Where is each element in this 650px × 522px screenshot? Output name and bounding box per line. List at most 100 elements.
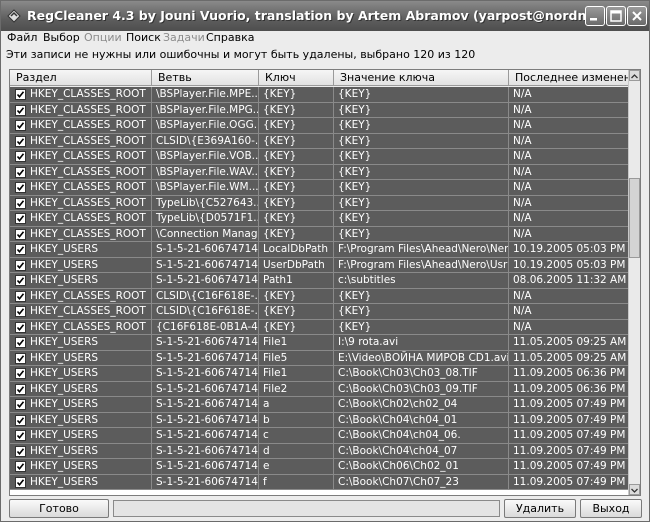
- progress-bar: [113, 500, 500, 517]
- menu-file[interactable]: Файл: [7, 31, 37, 44]
- cell-key-value: {KEY}: [338, 227, 372, 240]
- menu-options[interactable]: Опции: [84, 31, 122, 44]
- table-row[interactable]: HKEY_CLASSES_ROOT CLSID\{C16F618E-... {KEY…: [10, 288, 630, 304]
- title-bar[interactable]: RegCleaner 4.3 by Jouni Vuorio, translat…: [1, 1, 649, 31]
- table-row[interactable]: HKEY_CLASSES_ROOT \BSPlayer.File.MPG... {K…: [10, 102, 630, 118]
- cell-key: {KEY}: [263, 212, 297, 224]
- table-row[interactable]: HKEY_CLASSES_ROOT \BSPlayer.File.MPE... {K…: [10, 87, 630, 103]
- table-row[interactable]: HKEY_CLASSES_ROOT {C16F618E-0B1A-4... {KEY…: [10, 319, 630, 335]
- cell-last-modified: 11.05.2005 09:25 AM: [513, 351, 627, 364]
- cell-section: HKEY_USERS: [30, 336, 99, 348]
- scroll-thumb[interactable]: [629, 178, 640, 258]
- cell-key-value: {KEY}: [338, 305, 372, 317]
- table-row[interactable]: HKEY_USERS S-1-5-21-60674714... b C:\Book\C…: [10, 412, 630, 428]
- cell-branch: S-1-5-21-60674714...: [156, 367, 259, 379]
- cell-branch: \BSPlayer.File.MPG...: [156, 103, 259, 116]
- cell-section: HKEY_USERS: [30, 413, 99, 426]
- cell-key-value: c:\subtitles: [338, 274, 396, 286]
- window-title: RegCleaner 4.3 by Jouni Vuorio, translat…: [27, 8, 627, 23]
- cell-key: File2: [263, 382, 288, 395]
- menu-tasks[interactable]: Задачи: [163, 31, 205, 44]
- table-row[interactable]: HKEY_USERS S-1-5-21-60674714... c C:\Book\C…: [10, 428, 630, 444]
- cell-key-value: E:\Video\ВОЙНА МИРОВ CD1.avi: [338, 351, 509, 364]
- cell-key-value: {KEY}: [338, 119, 372, 131]
- cell-last-modified: N/A: [513, 181, 532, 193]
- cell-last-modified: N/A: [513, 227, 532, 240]
- maximize-button[interactable]: [606, 6, 626, 26]
- cell-last-modified: N/A: [513, 88, 532, 100]
- cell-last-modified: 11.09.2005 07:49 PM: [513, 413, 626, 426]
- cell-branch: TypeLib\{D0571F1...: [156, 212, 259, 224]
- table-row[interactable]: HKEY_CLASSES_ROOT \BSPlayer.File.VOB... {K…: [10, 149, 630, 165]
- menu-select[interactable]: Выбор: [43, 31, 80, 44]
- cell-branch: {C16F618E-0B1A-4...: [156, 320, 259, 333]
- cell-key-value: {KEY}: [338, 212, 372, 224]
- cell-key: {KEY}: [263, 181, 297, 193]
- cell-last-modified: N/A: [513, 134, 532, 147]
- cell-last-modified: N/A: [513, 196, 532, 209]
- table-row[interactable]: HKEY_USERS S-1-5-21-60674714... File1 I:\9 …: [10, 335, 630, 351]
- table-row[interactable]: HKEY_CLASSES_ROOT TypeLib\{D0571F1... {KEY…: [10, 211, 630, 227]
- cell-branch: \Connection Manag...: [156, 227, 259, 240]
- cell-branch: CLSID\{C16F618E-...: [156, 289, 259, 302]
- cell-branch: TypeLib\{C527643...: [156, 196, 259, 209]
- table-row[interactable]: HKEY_USERS S-1-5-21-60674714... Path1 c:\su…: [10, 273, 630, 289]
- selection-status: Эти записи не нужны или ошибочны и могут…: [6, 48, 476, 61]
- table-row[interactable]: HKEY_USERS S-1-5-21-60674714... File2 C:\Bo…: [10, 381, 630, 397]
- cell-section: HKEY_CLASSES_ROOT: [30, 134, 146, 147]
- menu-help[interactable]: Справка: [206, 31, 254, 44]
- exit-button[interactable]: Выход: [580, 499, 642, 518]
- cell-section: HKEY_CLASSES_ROOT: [30, 103, 146, 116]
- table-row[interactable]: HKEY_CLASSES_ROOT \BSPlayer.File.OGG... {K…: [10, 118, 630, 134]
- cell-key-value: {KEY}: [338, 181, 372, 193]
- vertical-scrollbar[interactable]: [628, 70, 640, 495]
- table-row[interactable]: HKEY_USERS S-1-5-21-60674714... File5 E:\Vi…: [10, 350, 630, 366]
- column-header-key-value[interactable]: Значение ключа: [334, 70, 509, 86]
- scroll-down-button[interactable]: [629, 484, 640, 495]
- close-button[interactable]: [627, 6, 647, 26]
- table-row[interactable]: HKEY_USERS S-1-5-21-60674714... LocalDbPat…: [10, 242, 630, 258]
- table-row[interactable]: HKEY_USERS S-1-5-21-60674714... e C:\Book\C…: [10, 459, 630, 475]
- column-header-last-modified[interactable]: Последнее изменение: [509, 70, 630, 86]
- cell-key-value: {KEY}: [338, 134, 372, 147]
- cell-section: HKEY_CLASSES_ROOT: [30, 88, 146, 100]
- table-row[interactable]: HKEY_USERS S-1-5-21-60674714... a C:\Book\C…: [10, 397, 630, 413]
- cell-branch: S-1-5-21-60674714...: [156, 398, 259, 410]
- cell-section: HKEY_USERS: [30, 382, 99, 395]
- cell-key: {KEY}: [263, 88, 297, 100]
- table-row[interactable]: HKEY_USERS S-1-5-21-60674714... File1 C:\Bo…: [10, 366, 630, 382]
- cell-last-modified: 10.19.2005 05:03 PM: [513, 243, 626, 255]
- cell-branch: S-1-5-21-60674714...: [156, 444, 259, 457]
- table-row[interactable]: HKEY_USERS S-1-5-21-60674714... d C:\Book\C…: [10, 443, 630, 459]
- cell-section: HKEY_CLASSES_ROOT: [30, 212, 146, 224]
- column-header-key[interactable]: Ключ: [259, 70, 334, 86]
- cell-branch: S-1-5-21-60674714...: [156, 351, 259, 364]
- cell-branch: S-1-5-21-60674714...: [156, 243, 259, 255]
- cell-branch: \BSPlayer.File.OGG...: [156, 119, 259, 131]
- cell-section: HKEY_USERS: [30, 243, 99, 255]
- cell-key: {KEY}: [263, 150, 297, 162]
- table-row[interactable]: HKEY_USERS S-1-5-21-60674714... UserDbPath…: [10, 257, 630, 273]
- column-header-branch[interactable]: Ветвь: [152, 70, 259, 86]
- delete-button[interactable]: Удалить: [504, 499, 576, 518]
- column-header-section[interactable]: Раздел: [10, 70, 152, 86]
- table-row[interactable]: HKEY_CLASSES_ROOT CLSID\{C16F618E-... {KEY…: [10, 304, 630, 320]
- cell-key-value: C:\Book\Ch03\Ch03_09.TIF: [338, 382, 478, 395]
- table-row[interactable]: HKEY_CLASSES_ROOT \BSPlayer.File.WM... {KE…: [10, 180, 630, 196]
- table-row[interactable]: HKEY_CLASSES_ROOT \BSPlayer.File.WAV... {K…: [10, 164, 630, 180]
- cell-section: HKEY_CLASSES_ROOT: [30, 150, 146, 162]
- menu-search[interactable]: Поиск: [126, 31, 161, 44]
- cell-section: HKEY_USERS: [30, 258, 99, 271]
- minimize-button[interactable]: [585, 6, 605, 26]
- cell-key: {KEY}: [263, 289, 297, 302]
- cell-last-modified: N/A: [513, 119, 532, 131]
- table-header: Раздел Ветвь Ключ Значение ключа Последн…: [10, 70, 630, 87]
- table-row[interactable]: HKEY_CLASSES_ROOT \Connection Manag... {KE…: [10, 226, 630, 242]
- cell-key: LocalDbPath: [263, 243, 329, 255]
- table-row[interactable]: HKEY_CLASSES_ROOT CLSID\{E369A160-... {KEY…: [10, 133, 630, 149]
- table-row[interactable]: HKEY_CLASSES_ROOT TypeLib\{C527643... {KEY…: [10, 195, 630, 211]
- table-row[interactable]: HKEY_USERS S-1-5-21-60674714... f C:\Book\C…: [10, 474, 630, 490]
- cell-key-value: {KEY}: [338, 103, 372, 116]
- cell-section: HKEY_CLASSES_ROOT: [30, 320, 146, 333]
- scroll-up-button[interactable]: [629, 70, 640, 81]
